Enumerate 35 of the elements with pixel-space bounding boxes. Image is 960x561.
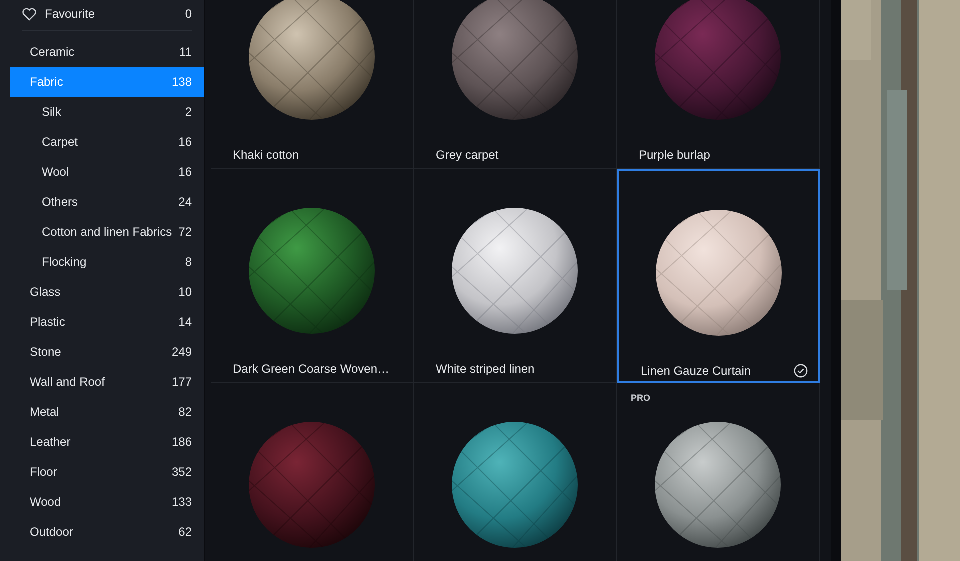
material-card[interactable]: White striped linen bbox=[414, 169, 617, 383]
material-card[interactable]: PRO bbox=[617, 383, 820, 561]
material-name: Khaki cotton bbox=[233, 148, 300, 162]
category-item[interactable]: Outdoor 62 bbox=[10, 517, 204, 547]
check-circle-icon bbox=[794, 364, 808, 378]
category-item[interactable]: Leather 186 bbox=[10, 427, 204, 457]
pro-label: PRO bbox=[631, 393, 651, 403]
material-card[interactable]: Grey carpet bbox=[414, 0, 617, 169]
category-item[interactable]: Metal 82 bbox=[10, 397, 204, 427]
material-name: White striped linen bbox=[436, 362, 535, 376]
category-item[interactable]: Stone 249 bbox=[10, 337, 204, 367]
material-card[interactable]: Purple burlap bbox=[617, 0, 820, 169]
category-item[interactable]: Ceramic 11 bbox=[10, 37, 204, 67]
subcategory-item[interactable]: Others 24 bbox=[10, 187, 204, 217]
category-item[interactable]: Fabric 138 bbox=[10, 67, 204, 97]
category-item[interactable]: Wall and Roof 177 bbox=[10, 367, 204, 397]
material-name: Dark Green Coarse Woven… bbox=[233, 362, 390, 376]
material-name: Purple burlap bbox=[639, 148, 710, 162]
heart-icon bbox=[22, 8, 37, 20]
category-item[interactable]: Wood 133 bbox=[10, 487, 204, 517]
subcategory-item[interactable]: Silk 2 bbox=[10, 97, 204, 127]
category-item[interactable]: Plastic 14 bbox=[10, 307, 204, 337]
category-item[interactable]: Floor 352 bbox=[10, 457, 204, 487]
subcategory-item[interactable]: Wool 16 bbox=[10, 157, 204, 187]
material-card[interactable]: Dark Green Coarse Woven… bbox=[211, 169, 414, 383]
material-name: Linen Gauze Curtain bbox=[641, 364, 752, 378]
item-count: 0 bbox=[185, 7, 192, 21]
favourite-label[interactable]: Favourite bbox=[45, 7, 96, 21]
subcategory-item[interactable]: Cotton and linen Fabrics 72 bbox=[10, 217, 204, 247]
material-card[interactable]: Linen Gauze Curtain bbox=[617, 169, 820, 383]
material-card[interactable]: Khaki cotton bbox=[211, 0, 414, 169]
subcategory-item[interactable]: Carpet 16 bbox=[10, 127, 204, 157]
subcategory-item[interactable]: Flocking 8 bbox=[10, 247, 204, 277]
category-item[interactable]: Glass 10 bbox=[10, 277, 204, 307]
material-name: Grey carpet bbox=[436, 148, 499, 162]
